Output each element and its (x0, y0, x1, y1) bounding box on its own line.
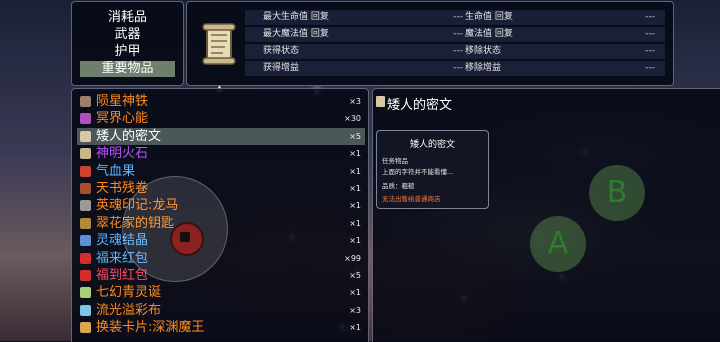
item-row[interactable]: 神明火石 ×1 (77, 145, 365, 162)
item-quantity: ×5 (349, 271, 361, 280)
item-effects-panel: 最大生命值 回复 --- 最大魔法值 回复 --- 获得状态 --- 获得增益 … (186, 1, 674, 86)
item-quantity: ×5 (349, 131, 361, 141)
item-name: 神明火石 (96, 146, 149, 162)
item-icon (80, 287, 91, 299)
stat-max-mp-recover: 最大魔法值 回复 --- (259, 27, 469, 42)
item-row[interactable]: 换装卡片:深渊魔王 ×1 (77, 319, 365, 336)
tooltip-quality: 品质：粗糙 (382, 182, 415, 190)
item-name: 气血果 (96, 163, 136, 179)
detail-title: 矮人的密文 (387, 98, 453, 113)
stat-gain-buff: 获得增益 --- (259, 61, 469, 76)
item-row[interactable]: 冥界心能 ×30 (77, 110, 365, 127)
tooltip-note: 无法出售给普通商店 (382, 195, 441, 203)
stat-label: 最大魔法值 回复 (263, 29, 329, 39)
item-row[interactable]: 福到红包 ×5 (77, 267, 365, 284)
item-quantity: ×1 (349, 166, 361, 176)
stat-mp-recover: 魔法值 回复 --- (461, 27, 661, 42)
stat-value: --- (645, 46, 655, 56)
tooltip-title: 矮人的密文 (409, 140, 455, 150)
item-icon (80, 165, 91, 177)
item-icon (80, 322, 91, 334)
item-row[interactable]: 天书残卷 ×1 (77, 180, 365, 197)
item-quantity: ×1 (349, 218, 361, 228)
item-icon (80, 304, 91, 316)
item-quantity: ×1 (349, 323, 361, 333)
stat-value: --- (645, 63, 655, 73)
item-icon (80, 270, 91, 281)
item-name: 七幻青灵诞 (96, 285, 162, 301)
item-row[interactable]: 流光溢彩布 ×3 (77, 302, 365, 319)
item-quantity: ×1 (349, 201, 361, 211)
stat-label: 移除状态 (465, 46, 502, 56)
item-row[interactable]: 矮人的密文 ×5 (77, 127, 365, 145)
knob-center (180, 232, 190, 242)
item-icon (80, 252, 91, 264)
item-quantity: ×1 (349, 288, 361, 298)
category-key-items[interactable]: 重要物品 (80, 61, 175, 77)
item-icon (80, 183, 91, 194)
item-icon (80, 200, 91, 212)
category-consumables[interactable]: 消耗品 (72, 10, 183, 26)
item-icon (80, 235, 91, 247)
tooltip-description: 上面的字符并不能看懂... (382, 168, 454, 176)
a-button[interactable]: A (530, 216, 586, 272)
item-row[interactable]: 气血果 ×1 (77, 163, 365, 180)
stat-gain-state: 获得状态 --- (259, 44, 469, 59)
stat-max-hp-recover: 最大生命值 回复 --- (259, 10, 469, 25)
item-tooltip: 矮人的密文 任务物品 上面的字符并不能看懂... 品质：粗糙 无法出售给普通商店 (376, 130, 489, 209)
stat-value: --- (645, 12, 655, 22)
item-name: 陨星神铁 (96, 94, 149, 109)
b-button[interactable]: B (589, 165, 645, 221)
category-weapons[interactable]: 武器 (72, 27, 183, 43)
item-name: 冥界心能 (96, 111, 149, 127)
item-icon (80, 217, 91, 229)
item-quantity: ×99 (344, 253, 361, 263)
stat-remove-buff: 移除增益 --- (461, 61, 661, 76)
stat-label: 移除增益 (465, 63, 502, 73)
scroll-icon (376, 96, 385, 107)
category-armor[interactable]: 护甲 (72, 44, 183, 60)
item-quantity: ×3 (349, 305, 361, 315)
item-icon (80, 96, 91, 107)
tooltip-type: 任务物品 (382, 157, 408, 165)
item-row[interactable]: 陨星神铁 ×3 (77, 93, 365, 110)
item-quantity: ×1 (349, 149, 361, 159)
item-quantity: ×1 (349, 184, 361, 193)
stat-label: 获得增益 (263, 63, 300, 73)
item-icon (80, 113, 91, 125)
item-detail-panel: 矮人的密文 矮人的密文 任务物品 上面的字符并不能看懂... 品质：粗糙 无法出… (372, 88, 720, 342)
item-row[interactable]: 七幻青灵诞 ×1 (77, 284, 365, 301)
stat-value: --- (645, 29, 655, 39)
stat-label: 获得状态 (263, 46, 300, 56)
item-quantity: ×1 (349, 236, 361, 246)
stat-label: 生命值 回复 (465, 12, 513, 22)
category-panel: 消耗品 武器 护甲 重要物品 (71, 1, 184, 86)
scroll-icon (202, 23, 236, 65)
item-icon (80, 148, 91, 160)
item-icon (80, 130, 91, 142)
stat-label: 魔法值 回复 (465, 29, 513, 39)
item-quantity: ×30 (344, 114, 361, 124)
item-name: 流光溢彩布 (96, 302, 162, 318)
stat-label: 最大生命值 回复 (263, 12, 329, 22)
stat-hp-recover: 生命值 回复 --- (461, 10, 661, 25)
joystick-knob[interactable] (170, 222, 204, 256)
stat-remove-state: 移除状态 --- (461, 44, 661, 59)
item-name: 换装卡片:深渊魔王 (96, 320, 205, 336)
item-quantity: ×3 (349, 97, 361, 106)
item-name: 矮人的密文 (96, 128, 162, 144)
